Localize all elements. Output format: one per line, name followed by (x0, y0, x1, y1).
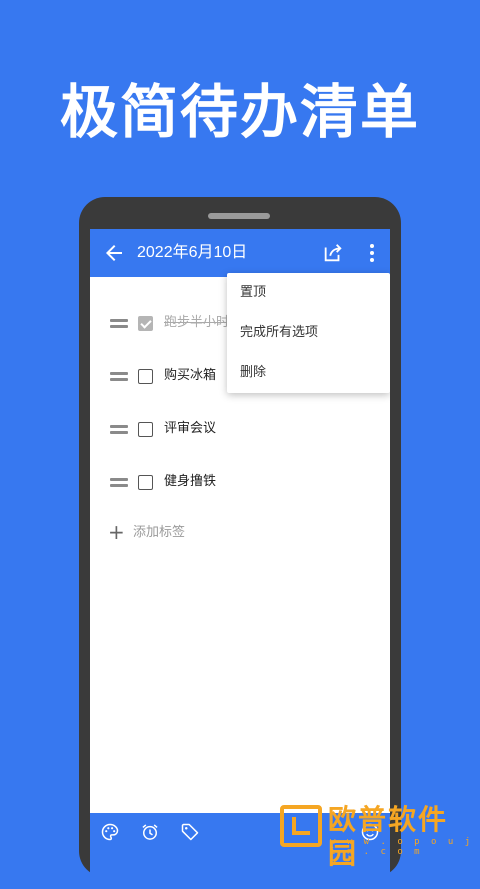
todo-checkbox[interactable] (138, 369, 153, 384)
plus-icon: + (108, 520, 125, 544)
add-tag-button[interactable]: + 添加标签 (108, 519, 308, 549)
menu-item-complete-all[interactable]: 完成所有选项 (240, 323, 318, 343)
headline: 极简待办清单 (59, 78, 420, 146)
arrow-left-icon[interactable] (102, 241, 126, 265)
todo-label: 购买冰箱 (164, 368, 217, 383)
tag-icon[interactable] (180, 822, 200, 842)
drag-handle-icon[interactable] (110, 425, 128, 435)
drag-handle-icon[interactable] (110, 372, 128, 382)
todo-label: 跑步半小时 (164, 315, 230, 330)
menu-item-pin[interactable]: 置顶 (240, 283, 266, 303)
watermark-url: w w w . o p o u j i n . c o m (330, 837, 474, 857)
palette-icon[interactable] (100, 822, 120, 842)
menu-item-delete[interactable]: 删除 (240, 363, 266, 383)
list-item[interactable]: 健身撸铁 (90, 469, 390, 499)
drag-handle-icon[interactable] (110, 478, 128, 488)
list-item[interactable]: 评审会议 (90, 416, 390, 446)
todo-label: 评审会议 (164, 421, 217, 436)
watermark-logo: 欧普软件园 w w w . o p o u j i n . c o m (280, 803, 475, 870)
todo-checkbox[interactable] (138, 475, 153, 490)
more-vert-icon[interactable] (362, 242, 382, 264)
phone-speaker (208, 213, 270, 219)
todo-checkbox[interactable] (138, 422, 153, 437)
app-screen: 2022年6月10日 跑步半小时 购买冰箱 评审会议 健身撸铁 + 添加标签 置… (90, 229, 390, 889)
phone-frame: 2022年6月10日 跑步半小时 购买冰箱 评审会议 健身撸铁 + 添加标签 置… (79, 197, 401, 889)
overflow-menu: 置顶 完成所有选项 删除 (227, 273, 390, 393)
add-tag-label: 添加标签 (133, 525, 186, 540)
app-bar: 2022年6月10日 (90, 229, 390, 277)
page-title: 2022年6月10日 (137, 244, 248, 261)
todo-label: 健身撸铁 (164, 474, 217, 489)
alarm-icon[interactable] (140, 822, 160, 842)
todo-checkbox[interactable] (138, 316, 153, 331)
brand-logo-icon (280, 805, 322, 847)
drag-handle-icon[interactable] (110, 319, 128, 329)
share-icon[interactable] (322, 242, 344, 264)
